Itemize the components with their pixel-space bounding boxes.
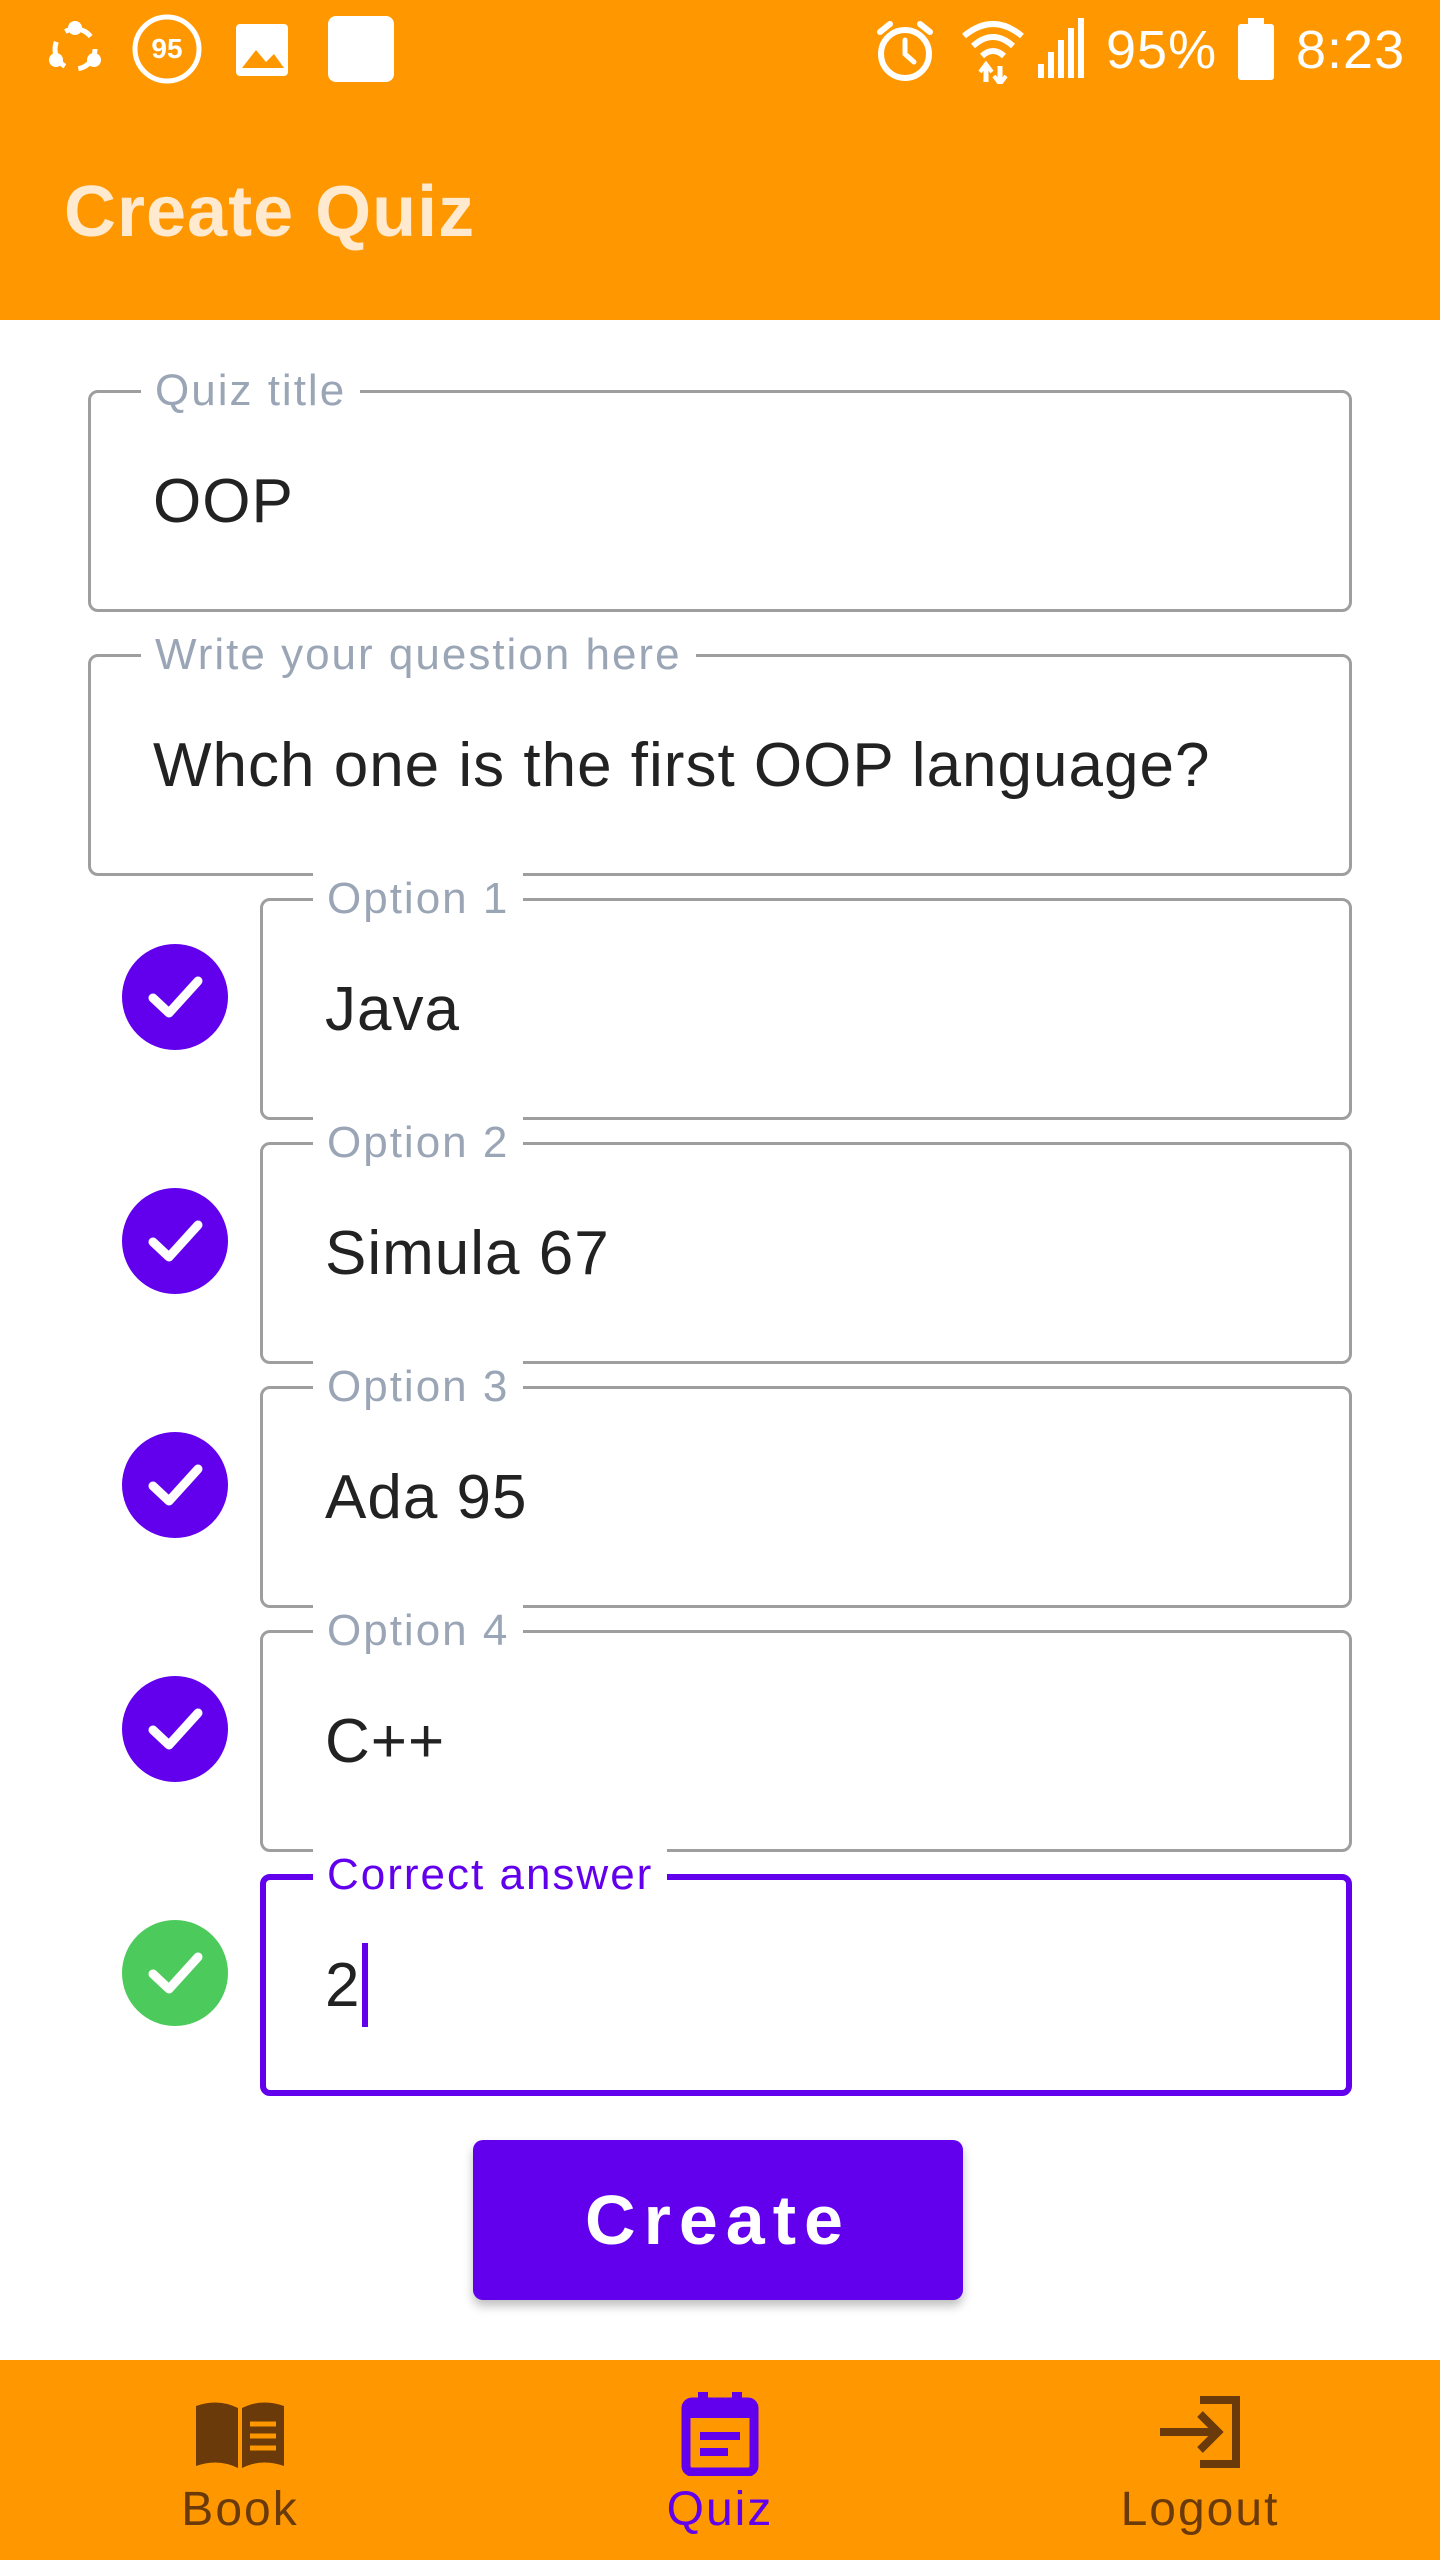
question-value[interactable]: Whch one is the first OOP language? <box>153 657 1210 873</box>
nav-label-logout: Logout <box>1120 2483 1280 2536</box>
text-cursor <box>362 1943 369 2027</box>
signal-icon <box>1036 18 1084 85</box>
clock-time: 8:23 <box>1296 20 1406 80</box>
bottom-navigation: Book Quiz Logout <box>0 2360 1440 2560</box>
notification-badge-count: 95 <box>151 33 183 64</box>
book-icon <box>192 2396 288 2477</box>
option-2-check-icon[interactable] <box>122 1188 228 1294</box>
option-3-field[interactable]: Option 3 Ada 95 <box>260 1361 1352 1608</box>
page-title: Create Quiz <box>64 172 476 252</box>
alarm-icon <box>870 16 940 91</box>
nav-item-book[interactable]: Book <box>0 2360 480 2560</box>
correct-answer-input[interactable]: 2 <box>325 1880 369 2090</box>
quiz-title-value[interactable]: OOP <box>153 393 294 609</box>
option-3-value[interactable]: Ada 95 <box>325 1389 528 1605</box>
option-1-value[interactable]: Java <box>325 901 460 1117</box>
share-icon <box>40 14 110 89</box>
option-3-check-icon[interactable] <box>122 1432 228 1538</box>
option-1-check-icon[interactable] <box>122 944 228 1050</box>
app-bar: Create Quiz <box>0 100 1440 320</box>
wifi-icon <box>960 14 1026 89</box>
logout-icon <box>1156 2394 1244 2475</box>
nav-label-quiz: Quiz <box>666 2483 774 2536</box>
screen: 95 95% 8:23 Create Quiz Quiz title OOP W… <box>0 0 1440 2560</box>
option-2-field[interactable]: Option 2 Simula 67 <box>260 1117 1352 1364</box>
battery-percent: 95% <box>1106 20 1218 80</box>
square-notification-icon <box>326 14 396 89</box>
status-bar: 95 95% 8:23 <box>0 0 1440 100</box>
nav-item-logout[interactable]: Logout <box>960 2360 1440 2560</box>
nav-label-book: Book <box>181 2483 299 2536</box>
question-field[interactable]: Write your question here Whch one is the… <box>88 629 1352 876</box>
option-4-value[interactable]: C++ <box>325 1633 445 1849</box>
option-2-value[interactable]: Simula 67 <box>325 1145 610 1361</box>
option-4-check-icon[interactable] <box>122 1676 228 1782</box>
option-1-field[interactable]: Option 1 Java <box>260 873 1352 1120</box>
battery-icon <box>1236 18 1276 87</box>
correct-answer-value: 2 <box>325 1950 361 2020</box>
create-button[interactable]: Create <box>473 2140 963 2300</box>
image-icon <box>232 20 292 85</box>
quiz-title-field[interactable]: Quiz title OOP <box>88 365 1352 612</box>
nav-item-quiz[interactable]: Quiz <box>480 2360 960 2560</box>
notification-badge-icon: 95 <box>130 12 204 91</box>
correct-answer-check-icon[interactable] <box>122 1920 228 2026</box>
correct-answer-field[interactable]: Correct answer 2 <box>260 1849 1352 2096</box>
option-4-field[interactable]: Option 4 C++ <box>260 1605 1352 1852</box>
quiz-icon <box>680 2390 760 2481</box>
